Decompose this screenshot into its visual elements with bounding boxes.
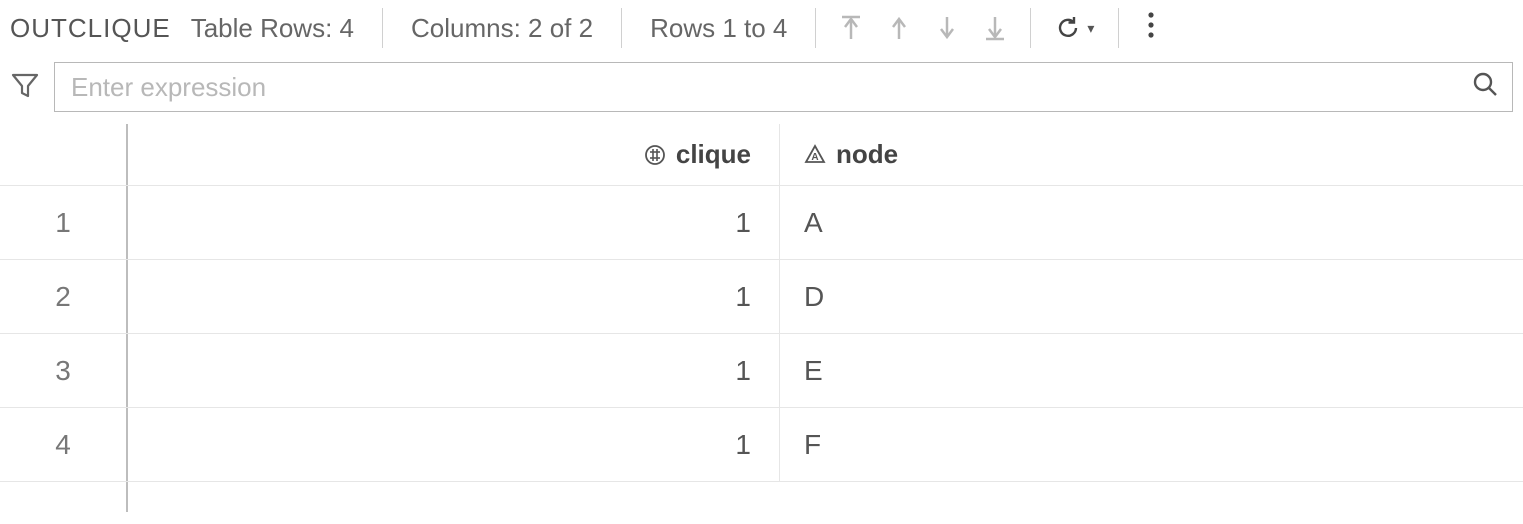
table-header-row: clique A node	[0, 124, 1523, 186]
row-number-header	[0, 124, 128, 185]
divider	[382, 8, 383, 48]
rows-count-label: Table Rows: 4	[181, 13, 364, 44]
table-row[interactable]: 3 1 E	[0, 334, 1523, 408]
search-icon[interactable]	[1472, 71, 1498, 104]
refresh-button[interactable]: ▾	[1049, 15, 1100, 41]
cell-clique: 1	[128, 186, 780, 259]
expression-input[interactable]	[69, 71, 1472, 104]
data-table: clique A node 1 1 A 2 1 D 3 1 E 4 1 F	[0, 124, 1523, 512]
cell-clique: 1	[128, 260, 780, 333]
more-menu-button[interactable]	[1137, 11, 1165, 46]
svg-text:A: A	[811, 152, 818, 163]
cell-node: D	[780, 260, 1523, 333]
cell-node: F	[780, 408, 1523, 481]
go-first-icon[interactable]	[840, 15, 862, 41]
divider	[621, 8, 622, 48]
table-footer-stub	[0, 482, 1523, 512]
numeric-type-icon	[644, 144, 666, 166]
row-number-cell: 4	[0, 408, 128, 481]
cell-clique: 1	[128, 334, 780, 407]
expression-box	[54, 62, 1513, 112]
character-type-icon: A	[804, 144, 826, 166]
go-last-icon[interactable]	[984, 15, 1006, 41]
go-up-icon[interactable]	[888, 15, 910, 41]
nav-icons-group	[834, 15, 1012, 41]
more-vertical-icon	[1147, 11, 1155, 39]
divider	[1118, 8, 1119, 48]
row-number-cell: 3	[0, 334, 128, 407]
divider	[815, 8, 816, 48]
table-row[interactable]: 1 1 A	[0, 186, 1523, 260]
columns-count-label: Columns: 2 of 2	[401, 13, 603, 44]
column-header-node[interactable]: A node	[780, 124, 1523, 185]
column-header-clique[interactable]: clique	[128, 124, 780, 185]
row-number-cell: 1	[0, 186, 128, 259]
dropdown-caret-icon: ▾	[1087, 20, 1094, 37]
table-title: OUTCLIQUE	[8, 13, 181, 44]
row-number-cell: 2	[0, 260, 128, 333]
divider	[1030, 8, 1031, 48]
row-number-stub	[0, 482, 128, 512]
table-row[interactable]: 4 1 F	[0, 408, 1523, 482]
cell-node: A	[780, 186, 1523, 259]
column-header-label: node	[836, 139, 898, 170]
go-down-icon[interactable]	[936, 15, 958, 41]
cell-node: E	[780, 334, 1523, 407]
filter-row	[0, 56, 1523, 124]
rows-range-label: Rows 1 to 4	[640, 13, 797, 44]
refresh-icon	[1055, 15, 1081, 41]
cell-clique: 1	[128, 408, 780, 481]
table-row[interactable]: 2 1 D	[0, 260, 1523, 334]
column-header-label: clique	[676, 139, 751, 170]
toolbar: OUTCLIQUE Table Rows: 4 Columns: 2 of 2 …	[0, 0, 1523, 56]
filter-icon[interactable]	[10, 70, 40, 105]
